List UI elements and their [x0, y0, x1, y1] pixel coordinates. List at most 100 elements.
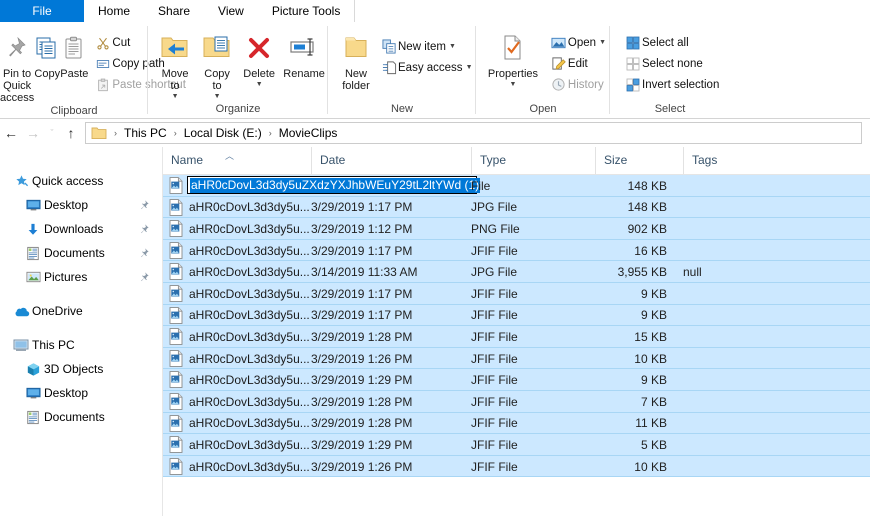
move-to-button[interactable]: Move to ▼	[154, 27, 196, 100]
tab-home[interactable]: Home	[84, 0, 145, 22]
history-button[interactable]: History	[546, 74, 610, 95]
cell-date: 3/14/2019 11:33 AM	[311, 265, 418, 280]
address-input[interactable]: › This PC › Local Disk (E:) › MovieClips	[85, 122, 862, 144]
breadcrumb-item[interactable]: This PC	[124, 126, 167, 140]
rename-input[interactable]: aHR0cDovL3d3dy5uZXdzYXJhbWEuY29tL2ltYWd …	[187, 176, 481, 194]
quick-access-star-icon	[10, 174, 32, 189]
sidebar-item-label: Pictures	[44, 270, 88, 284]
rename-button[interactable]: Rename	[280, 27, 328, 80]
tab-share[interactable]: Share	[144, 0, 205, 22]
table-row[interactable]: aHR0cDovL3d3dy5u... 3/29/2019 1:26 PM JFIF…	[163, 455, 870, 478]
breadcrumb-item[interactable]: MovieClips	[279, 126, 338, 140]
table-row[interactable]: aHR0cDovL3d3dy5u... 3/29/2019 1:17 PM JFIF…	[163, 304, 870, 327]
breadcrumb-item[interactable]: Local Disk (E:)	[184, 126, 262, 140]
navigation-pane[interactable]: Quick access Desktop Downloads Documents Pic…	[0, 147, 163, 516]
pin-icon[interactable]	[139, 271, 150, 285]
tab-file[interactable]: File	[0, 0, 84, 22]
column-header-size[interactable]: Size	[595, 147, 683, 174]
desktop-icon	[22, 198, 44, 212]
table-row[interactable]: aHR0cDovL3d3dy5u... 3/29/2019 1:12 PM PNG …	[163, 218, 870, 240]
onedrive-icon	[10, 305, 32, 318]
open-small-commands: Open ▼ Edit History	[546, 27, 610, 95]
sidebar-item-onedrive[interactable]: OneDrive	[0, 299, 162, 323]
pin-icon[interactable]	[139, 247, 150, 261]
recent-locations-button[interactable]: ˇ	[44, 122, 60, 144]
edit-button[interactable]: Edit	[546, 53, 610, 74]
sidebar-item-documents[interactable]: Documents	[0, 241, 162, 265]
select-all-button[interactable]: Select all	[620, 32, 723, 53]
select-none-button[interactable]: Select none	[620, 53, 723, 74]
column-header-type[interactable]: Type	[471, 147, 595, 174]
table-row[interactable]: aHR0cDovL3d3dy5u... 3/29/2019 1:29 PM JFIF…	[163, 434, 870, 456]
properties-button[interactable]: Properties ▼	[482, 27, 544, 88]
cell-name: aHR0cDovL3d3dy5u...	[189, 329, 310, 344]
table-row[interactable]: aHR0cDovL3d3dy5u... 3/29/2019 1:17 PM JFIF…	[163, 282, 870, 305]
pin-to-quick-access-label: Pin to Quick access	[0, 68, 35, 104]
copy-button[interactable]: Copy	[34, 27, 60, 80]
open-button[interactable]: Open ▼	[546, 32, 610, 53]
delete-button[interactable]: Delete ▼	[238, 27, 280, 88]
open-icon	[550, 36, 568, 50]
tab-view[interactable]: View	[204, 0, 258, 22]
select-all-icon	[624, 36, 642, 50]
sidebar-item-this-pc[interactable]: This PC	[0, 333, 162, 357]
sidebar-item-3d-objects[interactable]: 3D Objects	[0, 357, 162, 381]
table-row[interactable]: aHR0cDovL3d3dy5uZXdzYXJhbWEuY29tL2ltYWd …	[163, 175, 870, 197]
cell-name: aHR0cDovL3d3dy5u...	[189, 308, 310, 323]
cell-size: 16 KB	[634, 243, 667, 258]
edit-icon	[550, 56, 568, 71]
table-row[interactable]: aHR0cDovL3d3dy5u... 3/29/2019 1:26 PM JFIF…	[163, 347, 870, 370]
table-row[interactable]: aHR0cDovL3d3dy5u... 3/14/2019 11:33 AM JPG…	[163, 261, 870, 283]
sidebar-item-quick-access[interactable]: Quick access	[0, 169, 162, 193]
cell-type: JPG File	[471, 200, 518, 215]
table-row[interactable]: aHR0cDovL3d3dy5u... 3/29/2019 1:17 PM JFIF…	[163, 239, 870, 262]
tab-picture-tools[interactable]: Picture Tools	[257, 0, 356, 22]
new-folder-button[interactable]: New folder	[342, 27, 370, 92]
tabstrip-filler	[355, 0, 870, 22]
cell-type: JFIF File	[471, 351, 518, 366]
invert-selection-button[interactable]: Invert selection	[620, 74, 723, 95]
file-explorer-window: File Home Share View Picture Tools Pin to Qu…	[0, 0, 870, 516]
column-header-name[interactable]: Name ︿	[163, 147, 311, 174]
table-row[interactable]: aHR0cDovL3d3dy5u... 3/29/2019 1:29 PM JFIF…	[163, 369, 870, 391]
sidebar-item-desktop[interactable]: Desktop	[0, 381, 162, 405]
sidebar-item-documents[interactable]: Documents	[0, 405, 162, 429]
cell-date: 3/29/2019 1:17 PM	[311, 286, 413, 301]
column-header-date[interactable]: Date	[311, 147, 471, 174]
pin-icon[interactable]	[139, 199, 150, 213]
file-type-icon	[169, 198, 183, 219]
sidebar-item-pictures[interactable]: Pictures	[0, 265, 162, 289]
address-bar: ← → ˇ ↑ › This PC › Local Disk (E:) › MovieCl…	[0, 119, 870, 147]
file-type-icon	[169, 241, 183, 262]
paste-button[interactable]: Paste	[60, 27, 88, 80]
sidebar-item-desktop[interactable]: Desktop	[0, 193, 162, 217]
sidebar-item-label: This PC	[32, 338, 75, 352]
edit-label: Edit	[567, 57, 588, 70]
new-item-button[interactable]: New item ▼	[376, 36, 477, 57]
easy-access-button[interactable]: Easy access ▼	[376, 57, 477, 78]
table-row[interactable]: aHR0cDovL3d3dy5u... 3/29/2019 1:28 PM JFIF…	[163, 412, 870, 435]
up-button[interactable]: ↑	[60, 122, 82, 144]
cell-name: aHR0cDovL3d3dy5u...	[189, 243, 310, 258]
breadcrumb-separator: ›	[114, 128, 117, 138]
cell-date: 3/29/2019 1:17 PM	[311, 308, 413, 323]
cell-size: 148 KB	[627, 178, 667, 193]
table-row[interactable]: aHR0cDovL3d3dy5u... 3/29/2019 1:28 PM JFIF…	[163, 390, 870, 413]
sidebar-item-downloads[interactable]: Downloads	[0, 217, 162, 241]
cell-name: aHR0cDovL3d3dy5u...	[189, 373, 310, 388]
column-header-tags[interactable]: Tags	[683, 147, 767, 174]
copy-to-button[interactable]: Copy to ▼	[196, 27, 238, 100]
select-none-icon	[624, 57, 642, 71]
table-row[interactable]: aHR0cDovL3d3dy5u... 3/29/2019 1:17 PM JPG …	[163, 196, 870, 219]
pin-icon[interactable]	[139, 223, 150, 237]
back-button[interactable]: ←	[0, 122, 22, 144]
table-row[interactable]: aHR0cDovL3d3dy5u... 3/29/2019 1:28 PM JFIF…	[163, 326, 870, 348]
chevron-down-icon: ▼	[465, 64, 473, 71]
forward-button[interactable]: →	[22, 122, 44, 144]
pin-to-quick-access-button[interactable]: Pin to Quick access	[0, 27, 34, 104]
cell-type: PNG File	[471, 221, 520, 236]
chevron-down-icon: ▼	[255, 81, 263, 88]
cell-type: File	[471, 178, 491, 193]
paste-icon	[61, 31, 87, 65]
